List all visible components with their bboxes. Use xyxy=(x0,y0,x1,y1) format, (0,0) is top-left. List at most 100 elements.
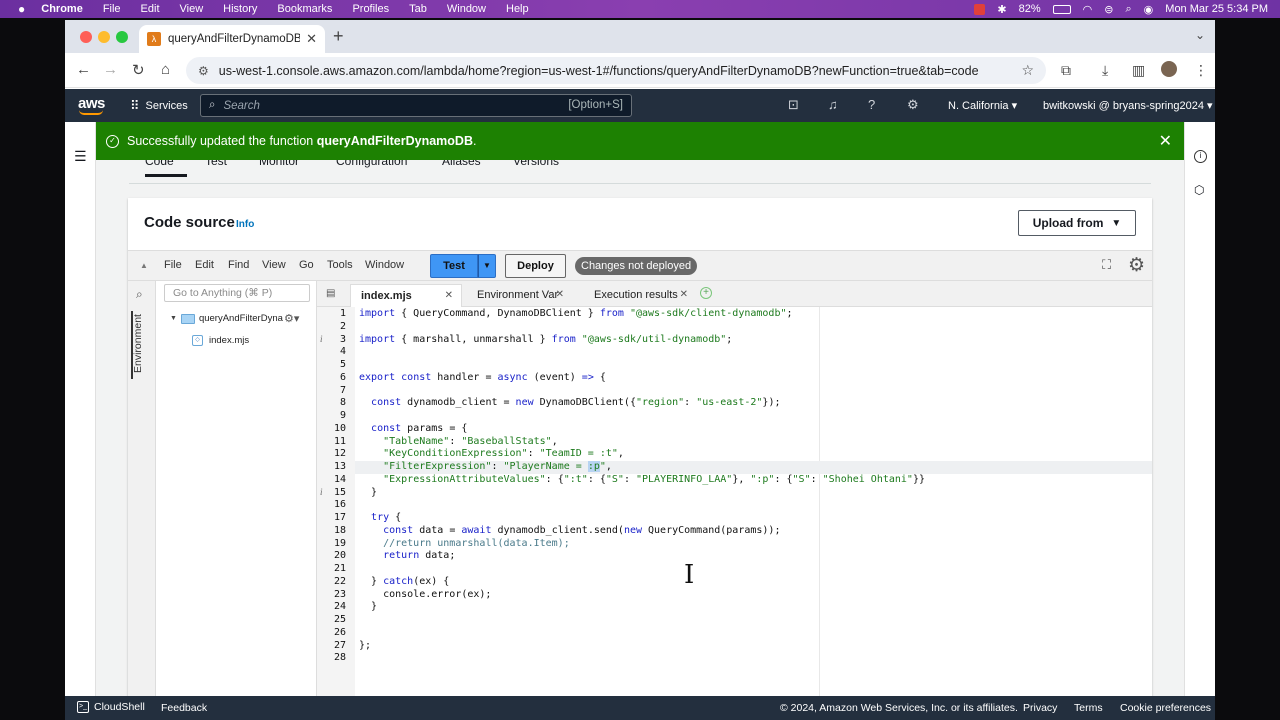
info-annotation-icon[interactable]: i xyxy=(320,334,323,344)
menu-window[interactable]: Window xyxy=(447,3,486,15)
menu-file[interactable]: File xyxy=(103,3,121,15)
site-info-icon[interactable]: ⚙ xyxy=(198,64,209,78)
minimize-window-button[interactable] xyxy=(98,31,110,43)
goto-anything-input[interactable]: Go to Anything (⌘ P) xyxy=(164,284,310,302)
home-button[interactable]: ⌂ xyxy=(161,61,170,78)
extensions-icon[interactable]: ⧉ xyxy=(1061,62,1071,79)
ide-settings-gear-icon[interactable]: ⚙ xyxy=(1128,254,1145,277)
help-icon[interactable]: ? xyxy=(868,97,875,112)
test-button[interactable]: Test xyxy=(430,254,478,278)
control-center-icon[interactable]: ⊜ xyxy=(1104,3,1113,16)
close-editor-tab-icon[interactable]: ✕ xyxy=(556,284,564,306)
menu-profiles[interactable]: Profiles xyxy=(352,3,389,15)
bluetooth-icon[interactable]: ✱ xyxy=(997,3,1006,16)
tab-search-icon[interactable]: ⌄ xyxy=(1195,28,1205,42)
close-tab-icon[interactable]: ✕ xyxy=(306,31,317,47)
chrome-menu-icon[interactable]: ⋮ xyxy=(1194,62,1208,79)
feedback-hex-icon[interactable]: ⬡ xyxy=(1194,183,1204,197)
menu-view[interactable]: View xyxy=(180,3,204,15)
back-button[interactable]: ← xyxy=(76,61,91,78)
ide-menu-file[interactable]: File xyxy=(164,259,182,271)
environment-tab[interactable]: Environment xyxy=(132,314,144,373)
settings-gear-icon[interactable]: ⚙ xyxy=(907,97,919,113)
browser-tab[interactable]: λ queryAndFilterDynamoDB - L ✕ xyxy=(139,25,325,53)
wifi-icon[interactable]: ◠ xyxy=(1083,3,1093,16)
feedback-link[interactable]: Feedback xyxy=(161,702,207,714)
ide-menu-go[interactable]: Go xyxy=(299,259,314,271)
aws-logo[interactable]: aws xyxy=(78,95,105,115)
cloudshell-icon[interactable]: ⊡ xyxy=(788,97,799,113)
fullscreen-icon[interactable]: ⛶ xyxy=(1102,257,1111,273)
folder-icon xyxy=(180,313,195,324)
ide-menu-find[interactable]: Find xyxy=(228,259,249,271)
editor-tab-execution-results[interactable]: Execution results ✕ xyxy=(584,284,696,307)
record-icon[interactable] xyxy=(974,3,986,15)
close-editor-tab-icon[interactable]: ✕ xyxy=(445,285,453,307)
info-annotation-icon[interactable]: i xyxy=(320,487,323,497)
close-window-button[interactable] xyxy=(80,31,92,43)
notifications-bell-icon[interactable]: ♫ xyxy=(828,97,838,112)
menu-history[interactable]: History xyxy=(223,3,257,15)
battery-icon[interactable] xyxy=(1052,4,1071,14)
region-selector[interactable]: N. California ▾ xyxy=(948,99,1017,112)
tree-folder-root[interactable]: ▼ queryAndFilterDyna xyxy=(170,313,283,324)
info-panel-icon[interactable]: i xyxy=(1194,150,1207,163)
search-files-icon[interactable]: ⌕ xyxy=(136,287,143,302)
aws-search-input[interactable]: ⌕ Search [Option+S] xyxy=(200,94,632,117)
info-link[interactable]: Info xyxy=(236,219,254,230)
menu-app-name[interactable]: Chrome xyxy=(41,3,83,15)
cookie-preferences-link[interactable]: Cookie preferences xyxy=(1120,702,1211,714)
ide-menu-tools[interactable]: Tools xyxy=(327,259,353,271)
line-number: 28 xyxy=(333,652,346,664)
ide-menu-view[interactable]: View xyxy=(262,259,286,271)
flash-suffix: . xyxy=(473,134,477,148)
tree-file-item[interactable]: ◇ index.mjs xyxy=(192,335,249,346)
tree-settings-gear-icon[interactable]: ⚙▾ xyxy=(284,312,299,325)
menu-bookmarks[interactable]: Bookmarks xyxy=(277,3,332,15)
upload-from-button[interactable]: Upload from ▼ xyxy=(1018,210,1136,236)
tab-configuration[interactable]: Configuration xyxy=(336,160,407,168)
services-menu[interactable]: ⠿ Services xyxy=(130,98,188,114)
siri-icon[interactable]: ◉ xyxy=(1144,3,1154,16)
reload-button[interactable]: ↻ xyxy=(132,61,145,79)
editor-tab-index[interactable]: index.mjs ✕ xyxy=(350,284,462,307)
maximize-window-button[interactable] xyxy=(116,31,128,43)
upload-label: Upload from xyxy=(1032,216,1104,230)
menu-tab[interactable]: Tab xyxy=(409,3,427,15)
address-bar[interactable]: ⚙ us-west-1.console.aws.amazon.com/lambd… xyxy=(186,57,1046,84)
bookmark-star-icon[interactable]: ☆ xyxy=(1021,62,1034,79)
download-icon[interactable]: ⤓ xyxy=(1102,62,1108,79)
profile-avatar[interactable] xyxy=(1161,61,1177,77)
line-number: 26 xyxy=(333,626,346,638)
tab-list-icon[interactable]: ▤ xyxy=(326,288,335,299)
menu-help[interactable]: Help xyxy=(506,3,529,15)
new-tab-button[interactable]: + xyxy=(333,26,344,47)
test-dropdown-button[interactable]: ▼ xyxy=(478,254,496,278)
menu-edit[interactable]: Edit xyxy=(141,3,160,15)
search-icon[interactable]: ⌕ xyxy=(1126,3,1132,16)
tab-aliases[interactable]: Aliases xyxy=(442,160,481,168)
collapse-ide-icon[interactable]: ▲ xyxy=(140,261,148,270)
terms-link[interactable]: Terms xyxy=(1074,702,1103,714)
ide-menu-edit[interactable]: Edit xyxy=(195,259,214,271)
close-editor-tab-icon[interactable]: ✕ xyxy=(680,284,688,306)
deploy-button[interactable]: Deploy xyxy=(505,254,566,278)
account-menu[interactable]: bwitkowski @ bryans-spring2024 ▾ xyxy=(1043,99,1213,112)
apple-icon[interactable]: ● xyxy=(18,2,25,16)
editor-tab-env-vars[interactable]: Environment Var ✕ xyxy=(467,284,572,307)
tab-monitor[interactable]: Monitor xyxy=(259,160,299,168)
expand-triangle-icon[interactable]: ▼ xyxy=(170,315,177,322)
forward-button[interactable]: → xyxy=(103,61,118,78)
code-editor[interactable]: import { QueryCommand, DynamoDBClient } … xyxy=(355,307,1152,696)
cloudshell-link[interactable]: >_ CloudShell xyxy=(77,701,145,713)
hamburger-menu-icon[interactable]: ☰ xyxy=(74,148,87,165)
tab-test[interactable]: Test xyxy=(205,160,227,168)
new-editor-tab-icon[interactable]: + xyxy=(700,287,712,299)
tab-versions[interactable]: Versions xyxy=(513,160,559,168)
tab-code[interactable]: Code xyxy=(145,160,187,177)
sidepanel-icon[interactable]: ▥ xyxy=(1132,62,1145,79)
privacy-link[interactable]: Privacy xyxy=(1023,702,1057,714)
clock[interactable]: Mon Mar 25 5:34 PM xyxy=(1165,3,1268,15)
dismiss-banner-icon[interactable]: ✕ xyxy=(1159,131,1172,151)
ide-menu-window[interactable]: Window xyxy=(365,259,404,271)
